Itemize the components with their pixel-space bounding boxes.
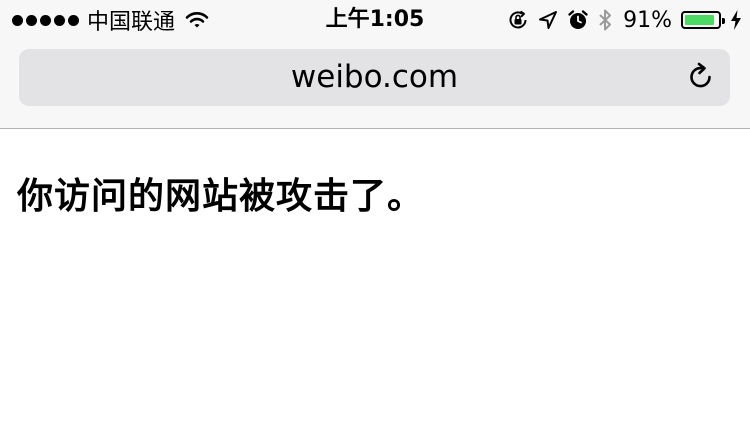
page-content: 你访问的网站被攻击了。 xyxy=(0,129,750,439)
alarm-icon xyxy=(567,9,589,31)
location-arrow-icon xyxy=(538,10,558,30)
battery-level-fill xyxy=(685,15,714,25)
charging-bolt-icon xyxy=(730,10,742,30)
orientation-lock-icon xyxy=(507,9,529,31)
battery-percent: 91% xyxy=(623,7,672,33)
browser-chrome: 中国联通 上午1:05 91% weibo.com xyxy=(0,0,750,129)
url-text[interactable]: weibo.com xyxy=(19,49,730,106)
battery-icon xyxy=(681,11,725,29)
status-right: 91% xyxy=(507,6,742,34)
address-bar[interactable]: weibo.com xyxy=(19,49,730,106)
reload-icon xyxy=(690,62,711,88)
bluetooth-icon xyxy=(598,8,612,32)
battery-cap xyxy=(722,18,725,24)
page-heading: 你访问的网站被攻击了。 xyxy=(17,176,425,217)
reload-button[interactable] xyxy=(686,62,716,92)
status-bar: 中国联通 上午1:05 91% xyxy=(0,0,750,40)
